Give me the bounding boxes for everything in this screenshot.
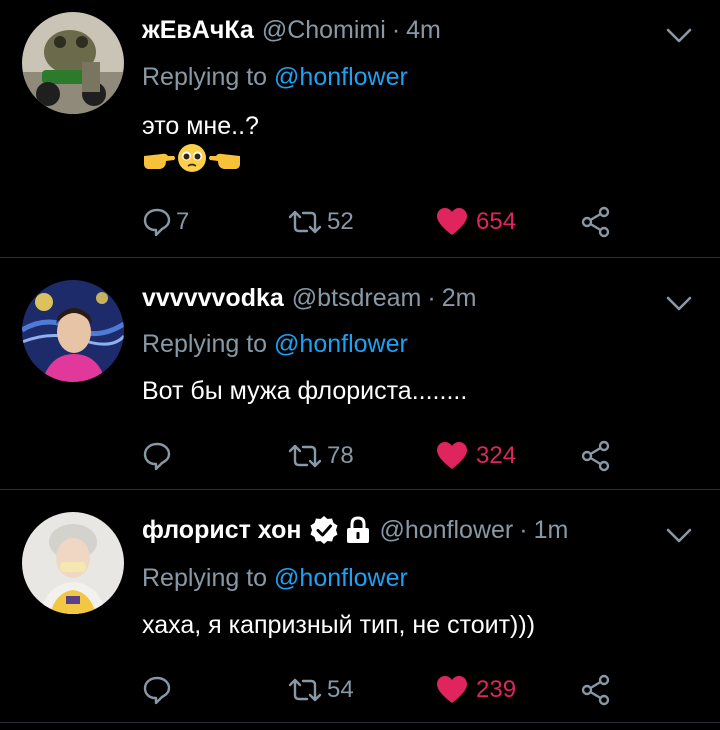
separator-dot: · <box>391 16 401 44</box>
retweet-icon <box>288 210 322 234</box>
reply-icon <box>143 676 171 705</box>
tweet-actions: 54 239 <box>142 670 622 710</box>
tweet-header: жЕвАчКа @Chomimi · 4m <box>142 14 441 46</box>
tweet-text: Вот бы мужа флориста........ <box>142 377 468 405</box>
tweet-header: vvvvvvodka @btsdream · 2m <box>142 282 476 314</box>
reply-button[interactable] <box>142 436 176 476</box>
tweet-2[interactable]: vvvvvvodka @btsdream · 2m Replying to @h… <box>0 258 720 490</box>
tweet-1[interactable]: жЕвАчКа @Chomimi · 4m Replying to @honfl… <box>0 0 720 258</box>
display-name[interactable]: жЕвАчКа <box>142 14 254 46</box>
share-button[interactable] <box>580 670 612 710</box>
share-icon <box>581 674 610 706</box>
replying-to-label: Replying to <box>142 330 268 358</box>
user-handle[interactable]: @honflower <box>379 514 513 546</box>
like-count: 239 <box>476 676 517 703</box>
separator-dot: · <box>519 516 528 544</box>
like-button[interactable]: 654 <box>436 202 516 242</box>
tweet-text: это мне..? <box>142 112 259 140</box>
pointing-right-hand-icon <box>144 153 175 169</box>
replying-to: Replying to @honflower <box>142 562 408 594</box>
retweet-button[interactable]: 54 <box>287 670 354 710</box>
retweet-icon <box>288 678 322 702</box>
timestamp[interactable]: 1m <box>534 514 569 546</box>
share-icon <box>581 206 610 238</box>
retweet-count: 54 <box>327 676 354 703</box>
timestamp[interactable]: 2m <box>442 282 477 314</box>
retweet-icon <box>288 444 322 468</box>
retweet-button[interactable]: 52 <box>287 202 354 242</box>
like-button[interactable]: 239 <box>436 670 516 710</box>
tweet-header: флорист хон @honflower · 1m <box>142 514 568 546</box>
replying-to: Replying to @honflower <box>142 61 408 93</box>
replying-to-link[interactable]: @honflower <box>274 330 408 358</box>
avatar[interactable] <box>22 280 124 382</box>
tweet-actions: 7 52 654 <box>142 202 622 242</box>
like-count: 324 <box>476 442 517 469</box>
replying-to-label: Replying to <box>142 564 268 592</box>
share-icon <box>581 440 610 472</box>
heart-filled-icon <box>437 676 467 703</box>
chevron-down-icon[interactable] <box>666 28 692 44</box>
reply-icon <box>143 208 171 237</box>
tweet-3[interactable]: флорист хон @honflower · 1m Replying to … <box>0 490 720 723</box>
timestamp[interactable]: 4m <box>406 14 441 46</box>
lock-icon <box>347 516 370 543</box>
chevron-down-icon[interactable] <box>666 528 692 544</box>
separator-dot: · <box>427 284 436 312</box>
reply-icon <box>143 442 171 471</box>
share-button[interactable] <box>580 436 612 476</box>
tweet-text: хаха, я капризный тип, не стоит))) <box>142 611 536 639</box>
tweet-actions: 78 324 <box>142 436 622 476</box>
replying-to-link[interactable]: @honflower <box>274 564 408 592</box>
share-button[interactable] <box>580 202 612 242</box>
avatar[interactable] <box>22 512 124 614</box>
chevron-down-icon[interactable] <box>666 296 692 312</box>
retweet-button[interactable]: 78 <box>287 436 354 476</box>
emoji-row <box>142 143 242 173</box>
user-handle[interactable]: @Chomimi <box>262 14 386 46</box>
reply-count: 7 <box>176 208 190 235</box>
retweet-count: 52 <box>327 208 354 235</box>
reply-button[interactable] <box>142 670 176 710</box>
heart-filled-icon <box>437 442 467 469</box>
replying-to-link[interactable]: @honflower <box>274 63 408 91</box>
user-handle[interactable]: @btsdream <box>292 282 422 314</box>
verified-badge-icon <box>310 516 338 544</box>
display-name[interactable]: vvvvvvodka <box>142 282 284 314</box>
replying-to: Replying to @honflower <box>142 328 408 360</box>
retweet-count: 78 <box>327 442 354 469</box>
heart-filled-icon <box>437 208 467 235</box>
display-name[interactable]: флорист хон <box>142 514 301 546</box>
like-button[interactable]: 324 <box>436 436 516 476</box>
reply-button[interactable]: 7 <box>142 202 189 242</box>
like-count: 654 <box>476 208 517 235</box>
pleading-face-icon <box>178 144 206 172</box>
avatar[interactable] <box>22 12 124 114</box>
replying-to-label: Replying to <box>142 63 268 91</box>
pointing-left-hand-icon <box>209 153 240 169</box>
